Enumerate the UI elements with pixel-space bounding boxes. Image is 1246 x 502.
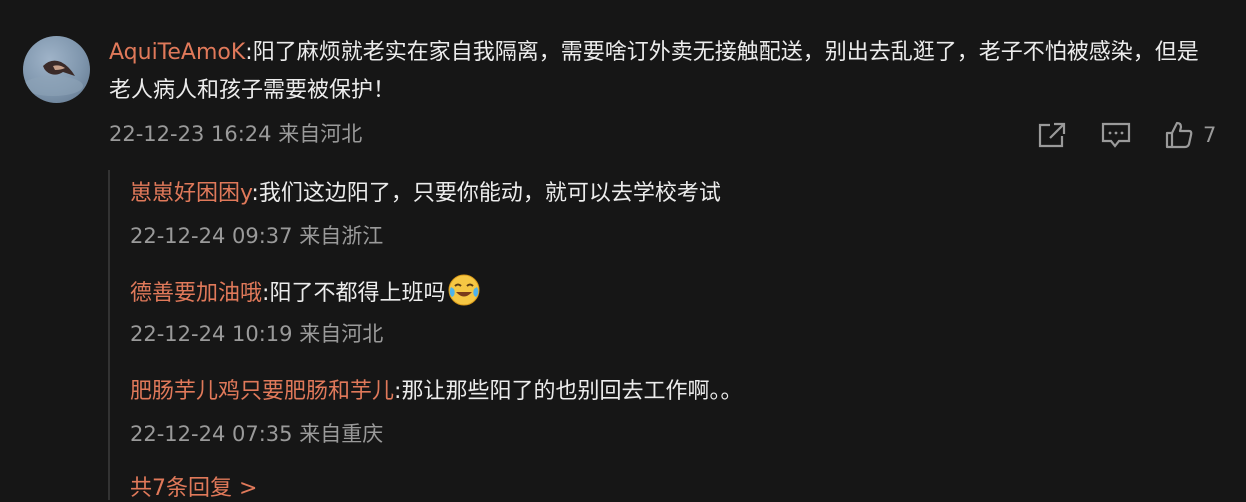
comment-author[interactable]: AquiTeAmoK [109,40,245,65]
reply-author[interactable]: 肥肠芋儿鸡只要肥肠和芋儿 [130,379,394,404]
like-icon [1165,121,1193,149]
reply-location: 来自浙江 [299,224,384,248]
comment-icon [1101,122,1131,148]
reply-text: 我们这边阳了，只要你能动，就可以去学校考试 [258,181,721,206]
reply-location: 来自重庆 [299,422,384,446]
reply-meta: 22-12-24 09:37 来自浙江 [130,220,383,250]
comment-actions: 7 [1036,118,1216,152]
reply-button[interactable] [1100,120,1132,150]
reply-timestamp: 22-12-24 07:35 [130,422,293,446]
reply-location: 来自河北 [299,322,384,346]
reply-author[interactable]: 崽崽好困困y [130,181,251,206]
comment-text: 阳了麻烦就老实在家自我隔离，需要啥订外卖无接触配送，别出去乱逛了，老子不怕被感染… [109,40,1199,103]
reply-text: 阳了不都得上班吗 [269,281,446,306]
comment-timestamp: 22-12-23 16:24 [109,122,272,146]
avatar[interactable] [23,36,90,103]
comment-body: AquiTeAmoK:阳了麻烦就老实在家自我隔离，需要啥订外卖无接触配送，别出去… [109,34,1219,110]
comment-meta: 22-12-23 16:24 来自河北 [109,118,362,148]
reply-meta: 22-12-24 07:35 来自重庆 [130,418,383,448]
reply-item: 德善要加油哦:阳了不都得上班吗 [130,273,481,313]
reply-item: 肥肠芋儿鸡只要肥肠和芋儿:那让那些阳了的也别回去工作啊。。 [130,373,742,405]
reply-timestamp: 22-12-24 09:37 [130,224,293,248]
share-icon [1038,122,1066,148]
reply-separator: : [251,181,259,206]
reply-timestamp: 22-12-24 10:19 [130,322,293,346]
like-count: 7 [1203,123,1217,147]
crying-laughing-emoji [447,273,481,313]
like-button[interactable]: 7 [1164,120,1216,150]
reply-text: 那让那些阳了的也别回去工作啊。。 [401,379,743,404]
comment-separator: : [245,40,253,65]
reply-meta: 22-12-24 10:19 来自河北 [130,318,383,348]
reply-item: 崽崽好困困y:我们这边阳了，只要你能动，就可以去学校考试 [130,175,721,207]
view-more-replies-link[interactable]: 共7条回复 > [130,470,257,502]
share-button[interactable] [1036,120,1068,150]
reply-list: 崽崽好困困y:我们这边阳了，只要你能动，就可以去学校考试 22-12-24 09… [108,170,1210,502]
reply-author[interactable]: 德善要加油哦 [130,281,262,306]
comment-location: 来自河北 [278,122,363,146]
avatar-image [23,60,83,96]
